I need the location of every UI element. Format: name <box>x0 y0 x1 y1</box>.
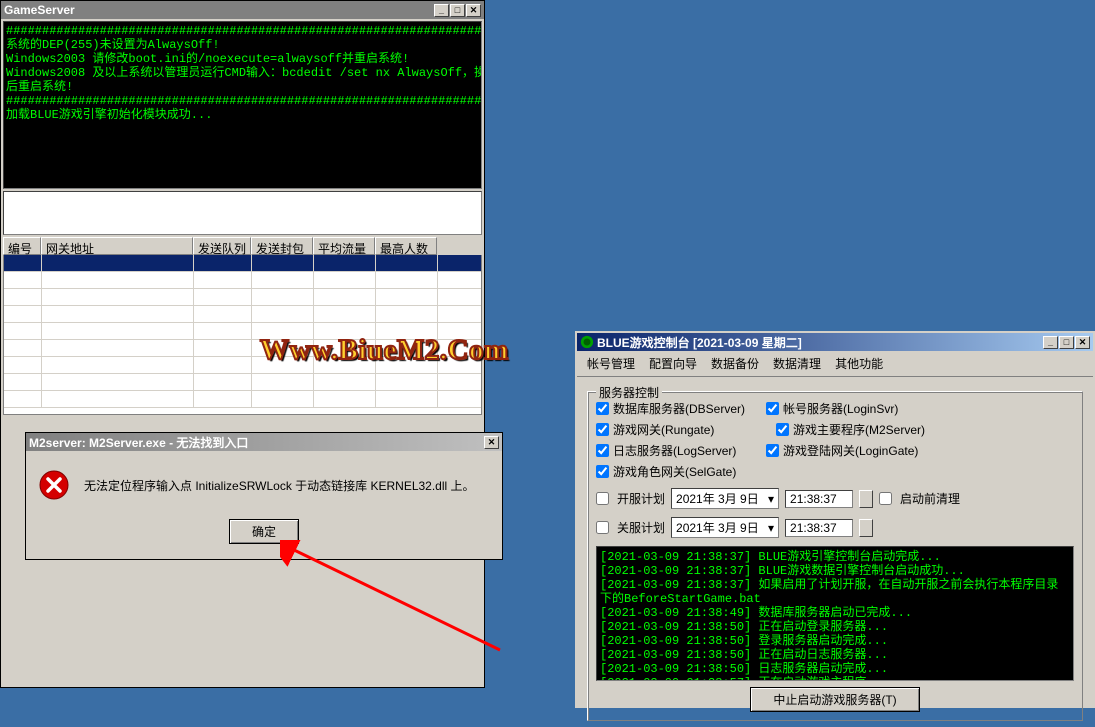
menu-account[interactable]: 帐号管理 <box>581 353 641 374</box>
col-gateway[interactable]: 网关地址 <box>41 237 193 255</box>
open-date-input[interactable]: 2021年 3月 9日▾ <box>671 488 779 509</box>
error-title: M2server: M2Server.exe - 无法找到入口 <box>29 434 484 451</box>
table-row[interactable] <box>4 306 481 323</box>
table-row[interactable] <box>4 255 481 272</box>
col-traffic[interactable]: 平均流量 <box>313 237 375 255</box>
service-check-2[interactable]: 游戏网关(Rungate) <box>596 421 776 438</box>
table-row[interactable] <box>4 374 481 391</box>
checkbox[interactable] <box>766 402 779 415</box>
close-schedule-check[interactable] <box>596 521 609 534</box>
maximize-icon[interactable]: □ <box>450 4 465 17</box>
close-time-input[interactable]: 21:38:37 <box>785 519 853 537</box>
console-output: ########################################… <box>3 21 482 189</box>
table-row[interactable] <box>4 272 481 289</box>
col-maxusers[interactable]: 最高人数 <box>375 237 437 255</box>
status-panel <box>3 191 482 235</box>
group-legend: 服务器控制 <box>596 384 662 401</box>
preclean-label: 启动前清理 <box>900 490 960 507</box>
menubar: 帐号管理 配置向导 数据备份 数据清理 其他功能 <box>577 351 1093 377</box>
minimize-icon[interactable]: _ <box>434 4 449 17</box>
stop-server-button[interactable]: 中止启动游戏服务器(T) <box>750 687 919 712</box>
spin-icon[interactable] <box>859 490 873 508</box>
close-icon[interactable]: ✕ <box>484 436 499 449</box>
checkbox[interactable] <box>766 444 779 457</box>
menu-clean[interactable]: 数据清理 <box>767 353 827 374</box>
service-check-0[interactable]: 数据库服务器(DBServer) <box>596 400 766 417</box>
check-label: 游戏网关(Rungate) <box>613 421 714 438</box>
control-panel-window: BLUE游戏控制台 [2021-03-09 星期二] _ □ ✕ 帐号管理 配置… <box>575 331 1095 708</box>
close-date-input[interactable]: 2021年 3月 9日▾ <box>671 517 779 538</box>
error-titlebar[interactable]: M2server: M2Server.exe - 无法找到入口 ✕ <box>26 433 502 451</box>
open-time-input[interactable]: 21:38:37 <box>785 490 853 508</box>
col-packets[interactable]: 发送封包 <box>251 237 313 255</box>
checkbox[interactable] <box>596 465 609 478</box>
minimize-icon[interactable]: _ <box>1043 336 1058 349</box>
gameserver-title: GameServer <box>4 3 434 17</box>
service-check-5[interactable]: 游戏登陆网关(LoginGate) <box>766 442 936 459</box>
check-label: 游戏主要程序(M2Server) <box>793 421 925 438</box>
open-schedule-label: 开服计划 <box>617 490 665 507</box>
check-label: 帐号服务器(LoginSvr) <box>783 400 898 417</box>
check-label: 游戏登陆网关(LoginGate) <box>783 442 918 459</box>
service-check-3[interactable]: 游戏主要程序(M2Server) <box>776 421 946 438</box>
checkbox[interactable] <box>596 402 609 415</box>
log-output: [2021-03-09 21:38:37] BLUE游戏引擎控制台启动完成...… <box>596 546 1074 681</box>
check-label: 日志服务器(LogServer) <box>613 442 736 459</box>
app-icon <box>580 335 594 349</box>
col-queue[interactable]: 发送队列 <box>193 237 251 255</box>
table-row[interactable] <box>4 289 481 306</box>
check-label: 数据库服务器(DBServer) <box>613 400 745 417</box>
spin-icon[interactable] <box>859 519 873 537</box>
menu-other[interactable]: 其他功能 <box>829 353 889 374</box>
menu-config[interactable]: 配置向导 <box>643 353 703 374</box>
server-control-group: 服务器控制 数据库服务器(DBServer)帐号服务器(LoginSvr)游戏网… <box>587 391 1083 721</box>
error-message: 无法定位程序输入点 InitializeSRWLock 于动态链接库 KERNE… <box>84 477 475 494</box>
close-schedule-label: 关服计划 <box>617 519 665 536</box>
control-panel-title: BLUE游戏控制台 [2021-03-09 星期二] <box>597 334 1043 351</box>
close-icon[interactable]: ✕ <box>466 4 481 17</box>
close-icon[interactable]: ✕ <box>1075 336 1090 349</box>
table-row[interactable] <box>4 391 481 408</box>
service-check-6[interactable]: 游戏角色网关(SelGate) <box>596 463 766 480</box>
maximize-icon[interactable]: □ <box>1059 336 1074 349</box>
error-dialog: M2server: M2Server.exe - 无法找到入口 ✕ 无法定位程序… <box>25 432 503 560</box>
ok-button[interactable]: 确定 <box>229 519 299 544</box>
service-check-1[interactable]: 帐号服务器(LoginSvr) <box>766 400 936 417</box>
watermark-text: Www.BiueM2.Com <box>260 334 509 367</box>
open-schedule-check[interactable] <box>596 492 609 505</box>
error-icon <box>38 469 70 501</box>
service-check-4[interactable]: 日志服务器(LogServer) <box>596 442 766 459</box>
checkbox[interactable] <box>776 423 789 436</box>
col-id[interactable]: 编号 <box>3 237 41 255</box>
check-label: 游戏角色网关(SelGate) <box>613 463 736 480</box>
menu-backup[interactable]: 数据备份 <box>705 353 765 374</box>
table-header: 编号 网关地址 发送队列 发送封包 平均流量 最高人数 <box>3 237 482 255</box>
control-panel-titlebar[interactable]: BLUE游戏控制台 [2021-03-09 星期二] _ □ ✕ <box>577 333 1093 351</box>
preclean-check[interactable] <box>879 492 892 505</box>
gameserver-titlebar[interactable]: GameServer _ □ ✕ <box>1 1 484 19</box>
checkbox[interactable] <box>596 444 609 457</box>
connection-table: 编号 网关地址 发送队列 发送封包 平均流量 最高人数 <box>3 237 482 415</box>
checkbox[interactable] <box>596 423 609 436</box>
